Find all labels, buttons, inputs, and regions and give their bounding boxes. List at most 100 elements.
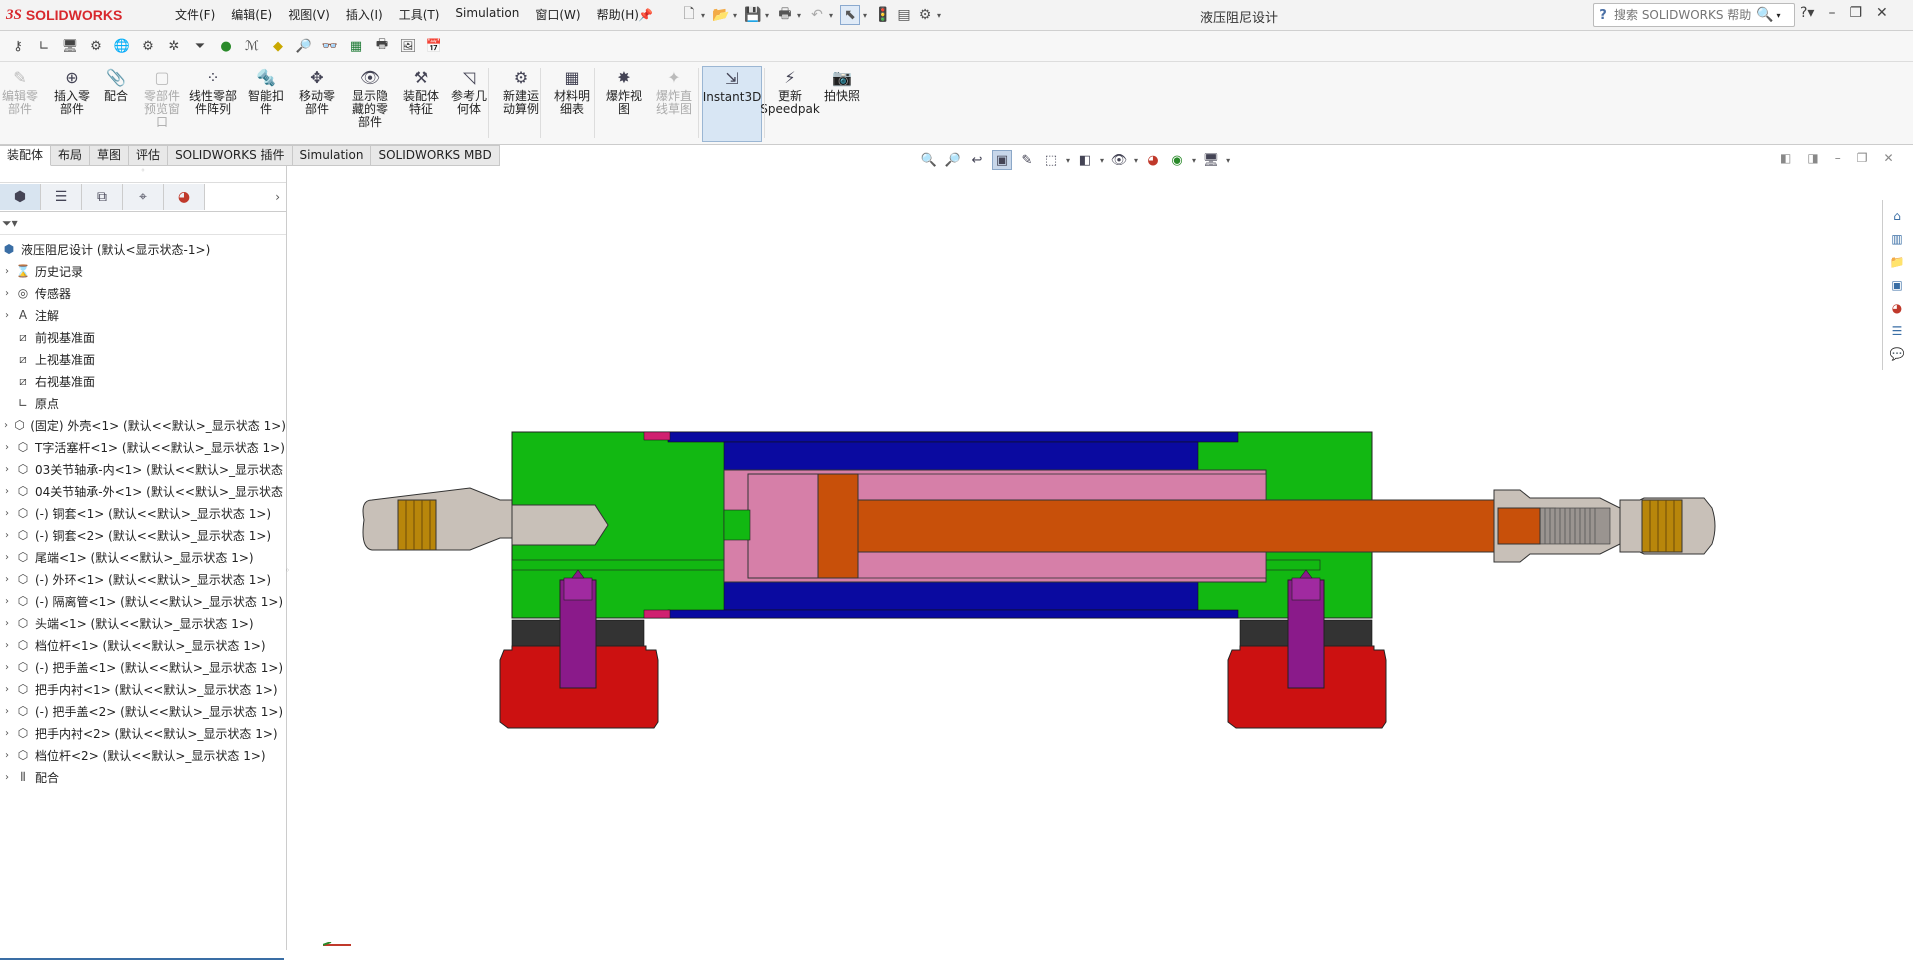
yellow-part-icon[interactable]: ◆ — [268, 36, 288, 56]
measure-icon[interactable]: ℳ — [242, 36, 262, 56]
home-icon[interactable]: ⌂ — [1888, 207, 1906, 225]
new-dropdown-icon[interactable]: ▾ — [701, 11, 709, 20]
tree-item[interactable]: › ◎ 传感器 — [0, 282, 286, 304]
appearances-icon[interactable]: ◕ — [1888, 299, 1906, 317]
binoculars-icon[interactable]: 👓 — [320, 36, 340, 56]
tree-item[interactable]: › ⬡ 把手内衬<2> (默认<<默认>_显示状态 1>) — [0, 722, 286, 744]
expand-arrow-icon[interactable]: › — [0, 772, 14, 783]
doc-restore-icon[interactable]: ❐ — [1857, 151, 1868, 165]
left-rod-end[interactable] — [362, 487, 521, 551]
calendar-icon[interactable]: 📅 — [424, 36, 444, 56]
minimize-icon[interactable]: – — [1828, 5, 1835, 21]
tab-2[interactable]: 草图 — [90, 145, 130, 166]
design-library-icon[interactable]: 📁 — [1888, 253, 1906, 271]
menu-item-6[interactable]: 窗口(W) — [527, 6, 588, 23]
left-rod-stub[interactable] — [511, 504, 609, 546]
tab-4[interactable]: SOLIDWORKS 插件 — [168, 145, 293, 166]
tree-item[interactable]: › ⬡ (-) 外环<1> (默认<<默认>_显示状态 1>) — [0, 568, 286, 590]
undo-dropdown-icon[interactable]: ▾ — [829, 11, 837, 20]
scene-dropdown-icon[interactable]: ▾ — [1192, 156, 1196, 165]
tree-item[interactable]: › ⬡ (-) 铜套<2> (默认<<默认>_显示状态 1>) — [0, 524, 286, 546]
tab-1[interactable]: 布局 — [51, 145, 91, 166]
mechanism-icon[interactable]: ✲ — [164, 36, 184, 56]
help-question-icon[interactable]: ?▾ — [1800, 5, 1814, 21]
menu-item-5[interactable]: Simulation — [447, 6, 527, 23]
view-settings-dropdown-icon[interactable]: ▾ — [1226, 156, 1230, 165]
zoom-search-icon[interactable]: 🔎 — [294, 36, 314, 56]
file-explorer-icon[interactable]: ▣ — [1888, 276, 1906, 294]
image-icon[interactable]: 🖼 — [398, 36, 418, 56]
print-icon[interactable]: 🖶 — [776, 6, 794, 24]
expand-arrow-icon[interactable]: › — [0, 574, 14, 585]
menu-item-4[interactable]: 工具(T) — [391, 6, 448, 23]
tree-item[interactable]: ∟ 原点 — [0, 392, 286, 414]
expand-arrow-icon[interactable]: › — [0, 750, 14, 761]
origin-axis-icon[interactable]: ∟ — [34, 36, 54, 56]
menu-item-3[interactable]: 插入(I) — [338, 6, 391, 23]
doc-close-icon[interactable]: ✕ — [1883, 151, 1893, 165]
print-dropdown-icon[interactable]: ▾ — [797, 11, 805, 20]
ribbon-button-component-preview[interactable]: ▢ 零部件 预览窗 口 — [140, 66, 184, 140]
options-gear-icon[interactable]: ⚙ — [916, 6, 934, 24]
save-dropdown-icon[interactable]: ▾ — [765, 11, 773, 20]
display-style-dropdown-icon[interactable]: ▾ — [1100, 156, 1104, 165]
search-icon[interactable]: 🔍 — [1756, 7, 1773, 23]
printer-small-icon[interactable]: 🖶 — [372, 36, 392, 56]
chevron-right-icon[interactable]: › — [275, 190, 280, 204]
tree-item[interactable]: › ⬡ (固定) 外壳<1> (默认<<默认>_显示状态 1>) — [0, 414, 286, 436]
new-document-icon[interactable]: 🗋 — [680, 6, 698, 24]
ribbon-button-reference-geometry[interactable]: ◹ 参考几 何体 — [446, 66, 492, 140]
ribbon-button-mate[interactable]: 📎 配合 — [98, 66, 134, 140]
pin-menu-icon[interactable]: 📌 — [638, 8, 653, 22]
ribbon-button-linear-pattern[interactable]: ⁘ 线性零部 件阵列 — [184, 66, 242, 140]
ribbon-button-exploded-view[interactable]: ✸ 爆炸视 图 — [600, 66, 648, 140]
expand-arrow-icon[interactable]: › — [0, 288, 14, 299]
tree-item[interactable]: › ⬡ 03关节轴承-内<1> (默认<<默认>_显示状态 — [0, 458, 286, 480]
ribbon-button-instant3d[interactable]: ⇲ Instant3D — [702, 66, 762, 142]
tree-item[interactable]: › ⬡ 头端<1> (默认<<默认>_显示状态 1>) — [0, 612, 286, 634]
options-dropdown-icon[interactable]: ▾ — [937, 11, 945, 20]
tree-filter[interactable]: ⏷▾ — [0, 212, 286, 235]
custom-properties-icon[interactable]: ☰ — [1888, 322, 1906, 340]
right-rod-end[interactable] — [1493, 489, 1716, 563]
tree-item[interactable]: › ⬡ 把手内衬<1> (默认<<默认>_显示状态 1>) — [0, 678, 286, 700]
menu-item-0[interactable]: 文件(F) — [167, 6, 223, 23]
tree-item[interactable]: › A 注解 — [0, 304, 286, 326]
tree-item[interactable]: › ⬡ (-) 把手盖<1> (默认<<默认>_显示状态 1>) — [0, 656, 286, 678]
select-pointer-icon[interactable]: ⬉ — [840, 5, 860, 25]
ribbon-button-motion-study[interactable]: ⚙ 新建运 动算例 — [496, 66, 546, 140]
expand-arrow-icon[interactable]: › — [0, 266, 14, 277]
tree-item[interactable]: › ⬡ (-) 隔离管<1> (默认<<默认>_显示状态 1>) — [0, 590, 286, 612]
filter-icon[interactable]: ⏷▾ — [2, 216, 18, 231]
help-search-box[interactable]: ? 🔍 ▾ — [1593, 3, 1795, 27]
forum-icon[interactable]: 💬 — [1888, 345, 1906, 363]
undo-icon[interactable]: ↶ — [808, 6, 826, 24]
tree-item[interactable]: › ⬡ (-) 把手盖<2> (默认<<默认>_显示状态 1>) — [0, 700, 286, 722]
assembly-section-view[interactable] — [287, 166, 1881, 950]
ribbon-button-assembly-features[interactable]: ⚒ 装配体 特征 — [398, 66, 444, 140]
ribbon-button-move-component[interactable]: ✥ 移动零 部件 — [294, 66, 340, 140]
expand-arrow-icon[interactable]: › — [0, 662, 14, 673]
ribbon-button-speedpak[interactable]: ⚡ 更新 Speedpak — [760, 66, 820, 140]
key-icon[interactable]: ⚷ — [8, 36, 28, 56]
ribbon-button-snapshot[interactable]: 📷 拍快照 — [820, 66, 864, 140]
filter-funnel-icon[interactable]: ⏷ — [190, 36, 210, 56]
tree-item[interactable]: ⧄ 前视基准面 — [0, 326, 286, 348]
tab-6[interactable]: SOLIDWORKS MBD — [371, 145, 500, 166]
tree-item[interactable]: › ⬡ 档位杆<2> (默认<<默认>_显示状态 1>) — [0, 744, 286, 766]
gear-settings-icon[interactable]: ⚙ — [138, 36, 158, 56]
doc-minimize-icon[interactable]: – — [1835, 151, 1841, 165]
expand-arrow-icon[interactable]: › — [0, 310, 14, 321]
expand-arrow-icon[interactable]: › — [0, 684, 14, 695]
close-icon[interactable]: ✕ — [1876, 5, 1888, 21]
tab-0[interactable]: 装配体 — [0, 145, 52, 166]
property-manager-tab-icon[interactable]: ☰ — [41, 184, 82, 210]
restore-icon[interactable]: ❐ — [1849, 5, 1862, 21]
expand-arrow-icon[interactable]: › — [0, 596, 14, 607]
expand-arrow-icon[interactable]: › — [0, 442, 14, 453]
green-status-icon[interactable]: ● — [216, 36, 236, 56]
ribbon-button-bom[interactable]: ▦ 材料明 细表 — [550, 66, 594, 140]
tree-item[interactable]: › ⬡ T字活塞杆<1> (默认<<默认>_显示状态 1>) — [0, 436, 286, 458]
graphics-area[interactable] — [287, 166, 1881, 950]
tab-3[interactable]: 评估 — [129, 145, 169, 166]
